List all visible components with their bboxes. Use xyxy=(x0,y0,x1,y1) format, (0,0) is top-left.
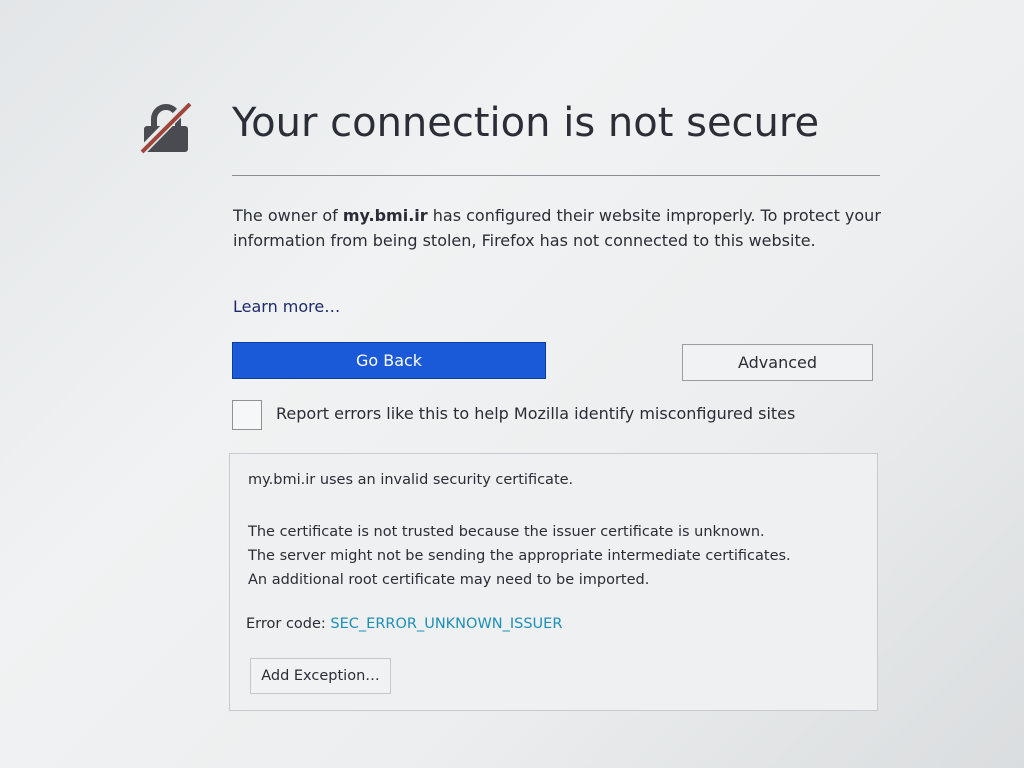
add-exception-button[interactable]: Add Exception… xyxy=(250,658,391,694)
error-page: Your connection is not secure The owner … xyxy=(0,0,1024,768)
go-back-button[interactable]: Go Back xyxy=(232,342,546,379)
error-code-link[interactable]: SEC_ERROR_UNKNOWN_ISSUER xyxy=(330,616,562,632)
certificate-detail-line: The server might not be sending the appr… xyxy=(248,548,791,564)
error-code-label: Error code: xyxy=(246,616,331,632)
page-title: Your connection is not secure xyxy=(232,100,820,146)
title-divider xyxy=(232,175,880,176)
error-code-row: Error code: SEC_ERROR_UNKNOWN_ISSUER xyxy=(246,616,562,632)
intro-domain: my.bmi.ir xyxy=(342,206,428,225)
broken-lock-icon xyxy=(138,100,193,156)
report-errors-row: Report errors like this to help Mozilla … xyxy=(232,399,872,431)
learn-more-link[interactable]: Learn more… xyxy=(233,297,340,316)
certificate-detail-line: The certificate is not trusted because t… xyxy=(248,524,765,540)
advanced-button[interactable]: Advanced xyxy=(682,344,873,381)
certificate-details: The certificate is not trusted because t… xyxy=(248,520,791,592)
intro-text-before: The owner of xyxy=(233,206,343,225)
advanced-panel: my.bmi.ir uses an invalid security certi… xyxy=(229,453,878,711)
intro-text: The owner of my.bmi.ir has configured th… xyxy=(233,203,883,253)
certificate-summary: my.bmi.ir uses an invalid security certi… xyxy=(248,472,574,488)
report-errors-label[interactable]: Report errors like this to help Mozilla … xyxy=(276,404,795,423)
report-errors-checkbox[interactable] xyxy=(232,400,262,430)
certificate-detail-line: An additional root certificate may need … xyxy=(248,572,650,588)
